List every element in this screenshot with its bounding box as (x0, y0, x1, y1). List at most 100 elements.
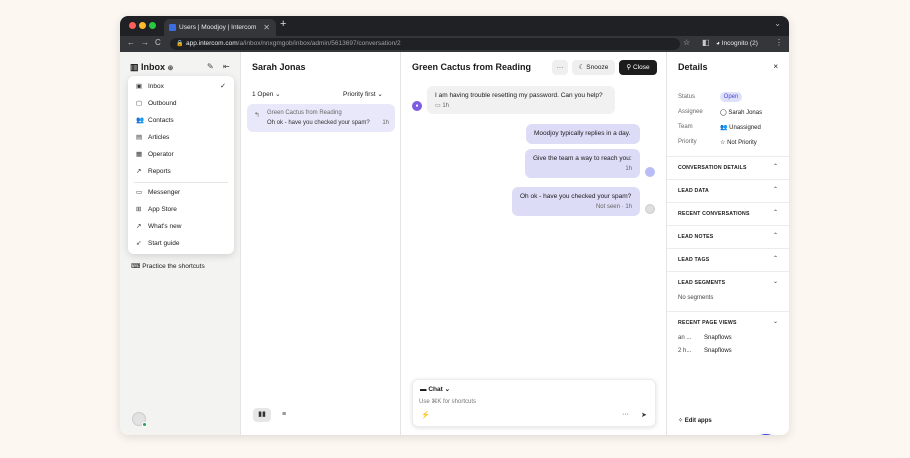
section-label: LEAD TAGS (678, 257, 710, 263)
keyboard-icon: ⌨ (131, 263, 141, 270)
user-avatar: ● (412, 101, 422, 111)
incognito-label: Incognito (2) (721, 40, 758, 47)
message-text: Moodjoy typically replies in a day. (534, 130, 631, 137)
list-item[interactable]: ↰ Green Cactus from Reading Oh ok - have… (247, 104, 395, 132)
assignee-value[interactable]: ◯ Sarah Jonas (720, 109, 762, 116)
browser-tab[interactable]: Users | Moodjoy | Intercom ✕ (164, 19, 276, 36)
message-outgoing: Oh ok - have you checked your spam? Not … (512, 187, 640, 216)
section-label: RECENT PAGE VIEWS (678, 320, 737, 326)
status-badge[interactable]: Open (720, 92, 742, 102)
priority-label: Priority (678, 139, 697, 145)
page-view-time: 2 h... (678, 348, 692, 354)
menu-item-articles[interactable]: ▤ Articles (128, 131, 234, 145)
close-tab-icon[interactable]: ✕ (263, 19, 270, 36)
chevron-up-icon: ⌃ (772, 233, 778, 239)
lightning-icon[interactable]: ⚡ (421, 411, 430, 419)
more-options-button[interactable]: ··· (552, 60, 568, 75)
back-icon[interactable]: ← (127, 38, 135, 47)
section-recent-conversations[interactable]: RECENT CONVERSATIONS ⌃ (667, 202, 789, 225)
page-view-link[interactable]: Snapflows (704, 335, 732, 341)
browser-tab-bar: Users | Moodjoy | Intercom ✕ + ⌄ (120, 16, 789, 36)
close-window-button[interactable] (129, 22, 136, 29)
message-meta: ▭ 1h (435, 102, 607, 109)
inbox-title: Inbox (141, 62, 166, 72)
send-icon[interactable]: ➤ (641, 411, 647, 419)
menu-item-outbound[interactable]: ▢ Outbound (128, 97, 234, 111)
open-filter[interactable]: 1 Open ⌄ (252, 90, 281, 98)
forward-icon[interactable]: → (141, 38, 149, 47)
reply-icon: ↰ (254, 112, 260, 119)
menu-item-operator[interactable]: ▦ Operator (128, 148, 234, 162)
tab-search-icon[interactable]: ⌄ (774, 19, 781, 28)
page-view-time: an ... (678, 335, 692, 341)
practice-shortcuts-link[interactable]: ⌨ Practice the shortcuts (131, 262, 205, 270)
menu-item-label: Articles (148, 134, 170, 141)
menu-item-label: Inbox (148, 83, 164, 90)
chat-icon: ▭ (435, 103, 441, 109)
reload-icon[interactable]: C (155, 38, 161, 47)
menu-item-inbox[interactable]: ▣ Inbox ✓ (128, 80, 234, 94)
section-label: LEAD SEGMENTS (678, 280, 726, 286)
checkmark-icon: ✓ (220, 83, 226, 90)
menu-item-label: Outbound (148, 100, 177, 107)
composer-mode-select[interactable]: ▬ Chat ⌄ (420, 385, 450, 393)
section-lead-data[interactable]: LEAD DATA ⌃ (667, 179, 789, 202)
sort-filter[interactable]: Priority first ⌄ (343, 90, 383, 98)
edit-apps-button[interactable]: ⁘ Edit apps (678, 417, 712, 424)
url-field[interactable]: 🔒 app.intercom.com/a/inbox/nnxgmgob/inbo… (170, 38, 680, 50)
section-label: LEAD DATA (678, 188, 709, 194)
menu-item-app-store[interactable]: ⊞ App Store (128, 203, 234, 217)
menu-item-start-guide[interactable]: ➶ Start guide (128, 237, 234, 251)
agent-avatar (645, 204, 655, 214)
menu-item-whats-new[interactable]: ↗ What's new (128, 220, 234, 234)
more-icon[interactable]: ··· (622, 411, 629, 418)
section-recent-page-views[interactable]: RECENT PAGE VIEWS ⌄ an ... Snapflows 2 h.… (667, 311, 789, 371)
minimize-window-button[interactable] (139, 22, 146, 29)
menu-item-label: Messenger (148, 189, 181, 196)
lock-icon: 🔒 (176, 41, 184, 47)
message-outgoing: Moodjoy typically replies in a day. (526, 124, 640, 144)
zoom-window-button[interactable] (149, 22, 156, 29)
close-conversation-button[interactable]: ⚲ Close (619, 60, 657, 75)
section-lead-notes[interactable]: LEAD NOTES ⌃ (667, 225, 789, 248)
details-title: Details (678, 62, 708, 72)
inbox-switcher[interactable]: ▥ Inbox ⊛ (130, 62, 173, 73)
message-incoming: I am having trouble resetting my passwor… (427, 86, 615, 114)
priority-value[interactable]: ☆ Not Priority (720, 139, 757, 146)
menu-item-contacts[interactable]: 👥 Contacts (128, 114, 234, 128)
articles-icon: ▤ (136, 134, 143, 141)
snooze-button[interactable]: ☾ Snooze (572, 60, 615, 75)
app-store-icon: ⊞ (136, 206, 142, 213)
browser-menu-icon[interactable]: ⋮ (775, 38, 783, 47)
new-tab-icon[interactable]: + (280, 18, 286, 30)
card-view-icon[interactable]: ▮▮ (253, 408, 271, 422)
page-view-link[interactable]: Snapflows (704, 348, 732, 354)
reports-icon: ↗ (136, 168, 142, 175)
section-label: RECENT CONVERSATIONS (678, 211, 750, 217)
url-path: /a/inbox/nnxgmgob/inbox/admin/5613697/co… (237, 40, 401, 47)
side-panel-icon[interactable]: ◧ (702, 38, 710, 47)
open-filter-label: 1 Open (252, 91, 274, 98)
compose-icon[interactable]: ✎ (207, 62, 214, 71)
section-lead-segments[interactable]: LEAD SEGMENTS ⌄ No segments (667, 271, 789, 311)
url-host: app.intercom.com (186, 40, 238, 47)
bookmark-star-icon[interactable]: ☆ (683, 38, 690, 47)
reply-input[interactable] (419, 397, 619, 407)
outbound-icon: ▢ (136, 100, 143, 107)
chevron-down-icon: ⌄ (772, 319, 778, 325)
address-bar-row: ← → C 🔒 app.intercom.com/a/inbox/nnxgmgo… (120, 36, 789, 52)
collapse-nav-icon[interactable]: ⇤ (223, 62, 230, 71)
star-icon: ☆ (720, 140, 726, 146)
close-icon[interactable]: × (773, 62, 778, 71)
team-value[interactable]: 👥 Unassigned (720, 124, 761, 131)
conversation-list: Sarah Jonas 1 Open ⌄ Priority first ⌄ ↰ … (241, 52, 401, 435)
menu-item-label: Start guide (148, 240, 180, 247)
section-conversation-details[interactable]: CONVERSATION DETAILS ⌃ (667, 156, 789, 179)
conversation-preview: Oh ok - have you checked your spam? (267, 120, 370, 126)
menu-item-messenger[interactable]: ▭ Messenger (128, 186, 234, 200)
message-time: 1h (625, 166, 632, 172)
section-lead-tags[interactable]: LEAD TAGS ⌃ (667, 248, 789, 271)
incognito-profile[interactable]: ◕ Incognito (2) (716, 38, 758, 50)
menu-item-reports[interactable]: ↗ Reports (128, 165, 234, 179)
list-view-icon[interactable]: ≡ (275, 408, 293, 422)
